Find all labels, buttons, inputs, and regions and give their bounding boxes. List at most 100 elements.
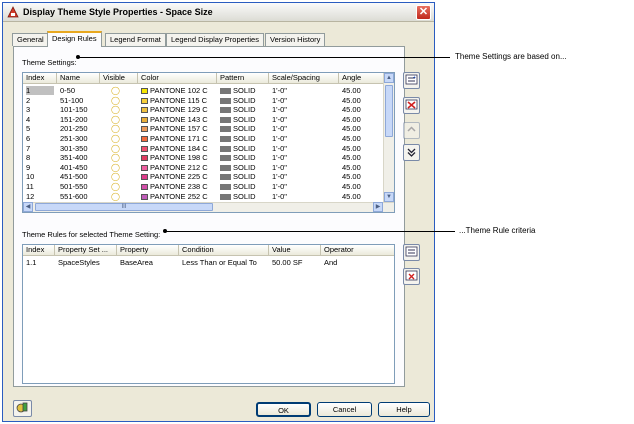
setting-color-cell[interactable]: PANTONE 157 C	[141, 124, 215, 133]
setting-color-cell[interactable]: PANTONE 184 C	[141, 144, 215, 153]
color-name: PANTONE 198 C	[150, 153, 208, 163]
setting-color-cell[interactable]: PANTONE 225 C	[141, 172, 215, 181]
scroll-thumb[interactable]	[385, 85, 393, 137]
pattern-name: SOLID	[233, 114, 256, 124]
setting-pattern-cell[interactable]: SOLID	[220, 134, 268, 143]
tab-design-rules[interactable]: Design Rules	[47, 31, 102, 47]
setting-pattern-cell[interactable]: SOLID	[220, 105, 268, 114]
scroll-down-arrow-icon[interactable]: ▼	[384, 192, 394, 202]
tab-version-history[interactable]: Version History	[265, 33, 326, 46]
col-color-header[interactable]: Color	[138, 73, 217, 84]
tab-legend-format[interactable]: Legend Format	[105, 33, 166, 46]
setting-color-cell[interactable]: PANTONE 252 C	[141, 192, 215, 201]
pattern-name: SOLID	[233, 162, 256, 172]
svg-text:+: +	[413, 75, 416, 81]
col-pattern-header[interactable]: Pattern	[217, 73, 269, 84]
setting-pattern-cell[interactable]: SOLID	[220, 96, 268, 105]
visible-bulb-icon[interactable]: ◯	[111, 115, 121, 124]
table-row[interactable]: 2 51-100 ◯ PANTONE 115 C SOLID 1'-0" 45.00	[23, 96, 394, 105]
setting-pattern-cell[interactable]: SOLID	[220, 153, 268, 162]
setting-color-cell[interactable]: PANTONE 129 C	[141, 105, 215, 114]
visible-bulb-icon[interactable]: ◯	[111, 134, 121, 143]
move-down-button[interactable]	[403, 144, 420, 161]
col-scale-header[interactable]: Scale/Spacing	[269, 73, 339, 84]
rule-col-operator-header[interactable]: Operator	[321, 245, 394, 256]
table-row[interactable]: 6 251-300 ◯ PANTONE 171 C SOLID 1'-0" 45.00	[23, 134, 394, 143]
table-row[interactable]: 10 451-500 ◯ PANTONE 225 C SOLID 1'-0" 45.00	[23, 172, 394, 181]
visible-bulb-icon[interactable]: ◯	[111, 105, 121, 114]
style-tool-button[interactable]	[13, 400, 32, 417]
setting-color-cell[interactable]: PANTONE 115 C	[141, 96, 215, 105]
rule-col-index-header[interactable]: Index	[23, 245, 55, 256]
setting-pattern-cell[interactable]: SOLID	[220, 115, 268, 124]
setting-color-cell[interactable]: PANTONE 143 C	[141, 115, 215, 124]
visible-bulb-icon[interactable]: ◯	[111, 153, 121, 162]
rule-col-property-header[interactable]: Property	[117, 245, 179, 256]
rule-property-cell: BaseArea	[120, 258, 153, 267]
table-row[interactable]: 5 201-250 ◯ PANTONE 157 C SOLID 1'-0" 45.00	[23, 124, 394, 133]
setting-pattern-cell[interactable]: SOLID	[220, 163, 268, 172]
pattern-swatch	[220, 88, 231, 94]
design-rules-panel: Theme Settings: Index Name Visible Color…	[13, 46, 420, 387]
cancel-button[interactable]: Cancel	[317, 402, 372, 417]
table-row[interactable]: 9 401-450 ◯ PANTONE 212 C SOLID 1'-0" 45.00	[23, 163, 394, 172]
add-setting-button[interactable]: +	[403, 72, 420, 89]
callout-settings-text: Theme Settings are based on...	[455, 52, 567, 61]
visible-bulb-icon[interactable]: ◯	[111, 124, 121, 133]
move-up-button[interactable]	[403, 122, 420, 139]
table-row[interactable]: 1.1 SpaceStyles BaseArea Less Than or Eq…	[23, 258, 394, 267]
settings-horizontal-scrollbar[interactable]: ◀ III ▶	[23, 202, 394, 212]
setting-pattern-cell[interactable]: SOLID	[220, 144, 268, 153]
table-row[interactable]: 4 151-200 ◯ PANTONE 143 C SOLID 1'-0" 45.00	[23, 115, 394, 124]
setting-pattern-cell[interactable]: SOLID	[220, 124, 268, 133]
tab-general[interactable]: General	[12, 33, 49, 46]
setting-pattern-cell[interactable]: SOLID	[220, 192, 268, 201]
scroll-right-arrow-icon[interactable]: ▶	[373, 202, 383, 212]
col-visible-header[interactable]: Visible	[100, 73, 138, 84]
setting-color-cell[interactable]: PANTONE 198 C	[141, 153, 215, 162]
scroll-up-arrow-icon[interactable]: ▲	[384, 73, 394, 83]
add-rule-button[interactable]	[403, 244, 420, 261]
col-angle-header[interactable]: Angle	[339, 73, 385, 84]
visible-bulb-icon[interactable]: ◯	[111, 172, 121, 181]
pattern-swatch	[220, 136, 231, 142]
table-row[interactable]: 1 0-50 ◯ PANTONE 102 C SOLID 1'-0" 45.00	[23, 86, 394, 95]
setting-pattern-cell[interactable]: SOLID	[220, 172, 268, 181]
setting-pattern-cell[interactable]: SOLID	[220, 86, 268, 95]
style-tool-icon	[16, 402, 28, 413]
table-row[interactable]: 7 301-350 ◯ PANTONE 184 C SOLID 1'-0" 45.00	[23, 144, 394, 153]
visible-bulb-icon[interactable]: ◯	[111, 192, 121, 201]
setting-color-cell[interactable]: PANTONE 171 C	[141, 134, 215, 143]
setting-color-cell[interactable]: PANTONE 238 C	[141, 182, 215, 191]
color-swatch	[141, 107, 148, 114]
remove-rule-button[interactable]	[403, 268, 420, 285]
scroll-left-arrow-icon[interactable]: ◀	[23, 202, 33, 212]
tab-legend-display-properties[interactable]: Legend Display Properties	[166, 33, 264, 46]
table-row[interactable]: 12 551-600 ◯ PANTONE 252 C SOLID 1'-0" 45.00	[23, 192, 394, 201]
visible-bulb-icon[interactable]: ◯	[111, 182, 121, 191]
visible-bulb-icon[interactable]: ◯	[111, 144, 121, 153]
setting-color-cell[interactable]: PANTONE 212 C	[141, 163, 215, 172]
help-button[interactable]: Help	[378, 402, 430, 417]
visible-bulb-icon[interactable]: ◯	[111, 163, 121, 172]
visible-bulb-icon[interactable]: ◯	[111, 96, 121, 105]
move-up-icon	[407, 126, 416, 132]
col-index-header[interactable]: Index	[23, 73, 57, 84]
rule-col-value-header[interactable]: Value	[269, 245, 321, 256]
setting-pattern-cell[interactable]: SOLID	[220, 182, 268, 191]
settings-vertical-scrollbar[interactable]: ▲ ▼	[383, 73, 394, 203]
ok-button[interactable]: OK	[256, 402, 311, 417]
hscroll-thumb[interactable]: III	[35, 203, 213, 211]
table-row[interactable]: 11 501-550 ◯ PANTONE 238 C SOLID 1'-0" 45.00	[23, 182, 394, 191]
table-row[interactable]: 8 351-400 ◯ PANTONE 198 C SOLID 1'-0" 45.00	[23, 153, 394, 162]
rule-col-condition-header[interactable]: Condition	[179, 245, 269, 256]
close-button[interactable]: ✕	[416, 5, 431, 20]
setting-color-cell[interactable]: PANTONE 102 C	[141, 86, 215, 95]
col-name-header[interactable]: Name	[57, 73, 100, 84]
rule-col-property-set-header[interactable]: Property Set ...	[55, 245, 117, 256]
remove-setting-button[interactable]	[403, 97, 420, 114]
theme-rules-list[interactable]: Index Property Set ... Property Conditio…	[22, 244, 395, 384]
table-row[interactable]: 3 101-150 ◯ PANTONE 129 C SOLID 1'-0" 45.00	[23, 105, 394, 114]
visible-bulb-icon[interactable]: ◯	[111, 86, 121, 95]
theme-settings-list[interactable]: Index Name Visible Color Pattern Scale/S…	[22, 72, 395, 213]
